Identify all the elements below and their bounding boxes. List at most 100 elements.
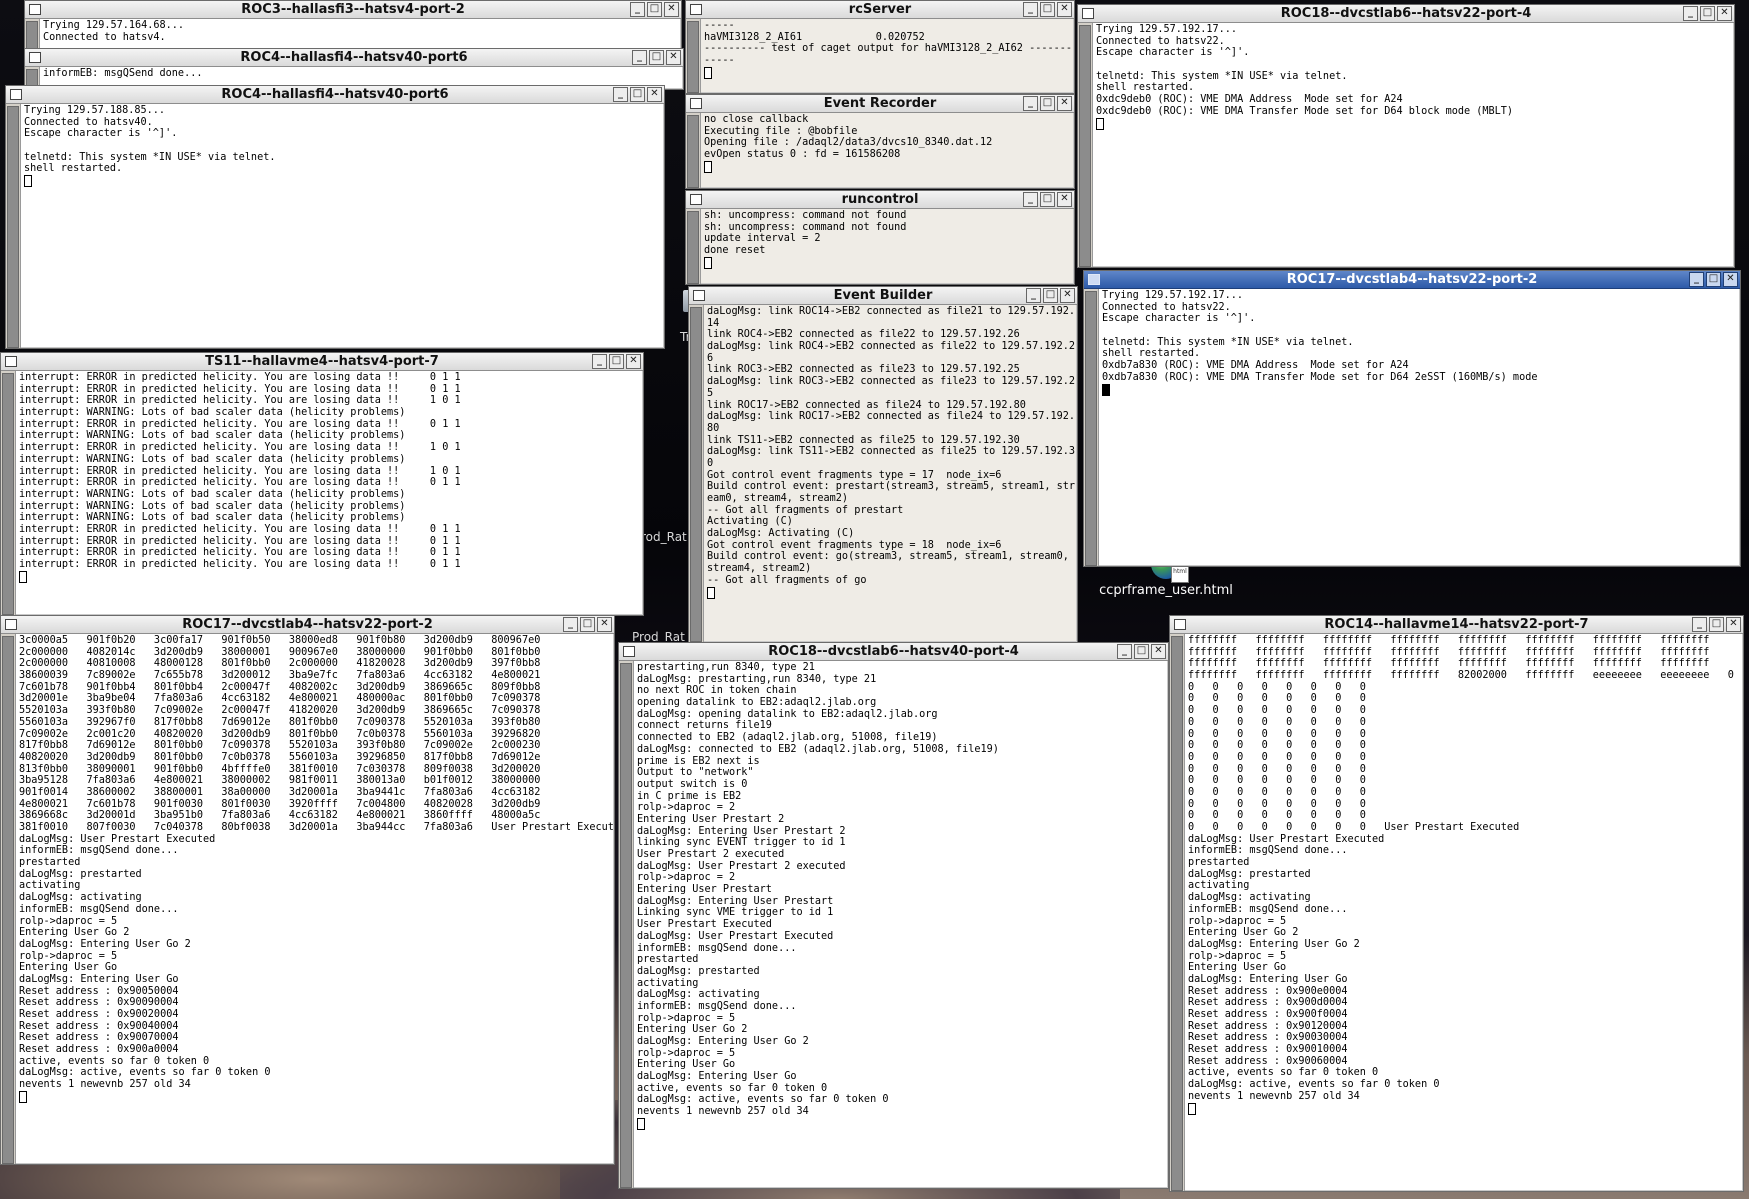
maximize-icon[interactable]: □ (1043, 288, 1058, 303)
window-menu-icon[interactable] (29, 52, 41, 63)
window-titlebar[interactable]: ROC17--dvcstlab4--hatsv22-port-2 _ □ ✕ (1084, 271, 1740, 289)
terminal-output[interactable]: ----- haVMI3128_2_AI61 0.020752 ----------… (701, 19, 1074, 93)
terminal-window-roc4-port6-back[interactable]: ROC4--hallasfi4--hatsv40-port6 _ □ ✕ informE… (24, 48, 684, 90)
window-menu-icon[interactable] (690, 4, 702, 15)
close-icon[interactable]: ✕ (1057, 2, 1072, 17)
scrollbar-thumb[interactable] (687, 115, 699, 188)
minimize-icon[interactable]: _ (1689, 272, 1704, 287)
window-menu-icon[interactable] (1082, 8, 1094, 19)
maximize-icon[interactable]: □ (1040, 192, 1055, 207)
scrollbar-thumb[interactable] (687, 211, 699, 284)
close-icon[interactable]: ✕ (666, 50, 681, 65)
window-titlebar[interactable]: rcServer _ □ ✕ (686, 1, 1074, 19)
terminal-output[interactable]: ffffffff ffffffff ffffffff ffffffff ffff… (1185, 634, 1743, 1191)
terminal-window-ts11-port7[interactable]: TS11--hallavme4--hatsv4-port-7 _ □ ✕ interru… (0, 352, 644, 616)
window-menu-icon[interactable] (690, 194, 702, 205)
terminal-window-event-recorder[interactable]: Event Recorder _ □ ✕ no close callback Execut… (685, 94, 1075, 189)
terminal-window-rcserver[interactable]: rcServer _ □ ✕ ----- haVMI3128_2_AI61 0.02075… (685, 0, 1075, 94)
maximize-icon[interactable]: □ (649, 50, 664, 65)
scrollbar-thumb[interactable] (687, 21, 699, 93)
terminal-window-roc4-port6[interactable]: ROC4--hallasfi4--hatsv40-port6 _ □ ✕ Trying … (5, 85, 665, 349)
minimize-icon[interactable]: _ (1683, 6, 1698, 21)
terminal-output[interactable]: no close callback Executing file : @bobfi… (701, 113, 1074, 188)
terminal-window-roc3-port2[interactable]: ROC3--hallasfi3--hatsv4-port-2 _ □ ✕ Trying … (24, 0, 682, 52)
window-menu-icon[interactable] (10, 89, 22, 100)
scrollbar[interactable] (25, 19, 40, 51)
terminal-window-roc17-hatsv22-port2-top[interactable]: ROC17--dvcstlab4--hatsv22-port-2 _ □ ✕ Tryin… (1083, 270, 1741, 567)
minimize-icon[interactable]: _ (1023, 2, 1038, 17)
close-icon[interactable]: ✕ (1151, 644, 1166, 659)
window-menu-icon[interactable] (1174, 619, 1186, 630)
terminal-window-runcontrol[interactable]: runcontrol _ □ ✕ sh: uncompress: command not… (685, 190, 1075, 285)
terminal-output[interactable]: 3c0000a5 901f0b20 3c00fa17 901f0b50 3800… (16, 634, 614, 1164)
window-titlebar[interactable]: TS11--hallavme4--hatsv4-port-7 _ □ ✕ (1, 353, 643, 371)
scrollbar-thumb[interactable] (2, 373, 14, 615)
close-icon[interactable]: ✕ (1057, 96, 1072, 111)
close-icon[interactable]: ✕ (1057, 192, 1072, 207)
terminal-window-roc18-hatsv40-port4[interactable]: ROC18--dvcstlab6--hatsv40-port-4 _ □ ✕ prest… (618, 642, 1169, 1189)
minimize-icon[interactable]: _ (1117, 644, 1132, 659)
window-titlebar[interactable]: Event Builder _ □ ✕ (689, 287, 1077, 305)
minimize-icon[interactable]: _ (1023, 96, 1038, 111)
close-icon[interactable]: ✕ (1717, 6, 1732, 21)
minimize-icon[interactable]: _ (1023, 192, 1038, 207)
terminal-output[interactable]: daLogMsg: link ROC14->EB2 connected as f… (704, 305, 1077, 642)
scrollbar[interactable] (619, 661, 634, 1188)
scrollbar[interactable] (6, 104, 21, 348)
scrollbar[interactable] (1, 371, 16, 615)
terminal-window-roc14-port7[interactable]: ROC14--hallavme14--hatsv22-port-7 _ □ ✕ ffff… (1169, 615, 1744, 1192)
scrollbar[interactable] (686, 209, 701, 284)
window-menu-icon[interactable] (690, 98, 702, 109)
scrollbar-thumb[interactable] (2, 636, 14, 1164)
minimize-icon[interactable]: _ (632, 50, 647, 65)
maximize-icon[interactable]: □ (630, 87, 645, 102)
scrollbar[interactable] (686, 113, 701, 188)
terminal-window-event-builder[interactable]: Event Builder _ □ ✕ daLogMsg: link ROC14->EB… (688, 286, 1078, 643)
scrollbar[interactable] (1170, 634, 1185, 1191)
window-titlebar[interactable]: ROC17--dvcstlab4--hatsv22-port-2 _ □ ✕ (1, 616, 614, 634)
maximize-icon[interactable]: □ (1040, 2, 1055, 17)
window-titlebar[interactable]: ROC18--dvcstlab6--hatsv40-port-4 _ □ ✕ (619, 643, 1168, 661)
terminal-output[interactable]: Trying 129.57.164.68... Connected to hats… (40, 19, 681, 51)
minimize-icon[interactable]: _ (1026, 288, 1041, 303)
scrollbar-thumb[interactable] (7, 106, 19, 348)
terminal-output[interactable]: Trying 129.57.188.85... Connected to hats… (21, 104, 664, 348)
window-menu-icon[interactable] (1088, 274, 1100, 285)
window-menu-icon[interactable] (5, 356, 17, 367)
close-icon[interactable]: ✕ (647, 87, 662, 102)
minimize-icon[interactable]: _ (1692, 617, 1707, 632)
minimize-icon[interactable]: _ (563, 617, 578, 632)
close-icon[interactable]: ✕ (597, 617, 612, 632)
window-menu-icon[interactable] (623, 646, 635, 657)
window-titlebar[interactable]: ROC14--hallavme14--hatsv22-port-7 _ □ ✕ (1170, 616, 1743, 634)
scrollbar-thumb[interactable] (1079, 25, 1091, 267)
scrollbar-thumb[interactable] (26, 21, 38, 51)
maximize-icon[interactable]: □ (609, 354, 624, 369)
terminal-window-roc17-hatsv22-port2-bottom[interactable]: ROC17--dvcstlab4--hatsv22-port-2 _ □ ✕ 3c000… (0, 615, 615, 1165)
window-menu-icon[interactable] (5, 619, 17, 630)
window-titlebar[interactable]: runcontrol _ □ ✕ (686, 191, 1074, 209)
terminal-window-roc18-port4[interactable]: ROC18--dvcstlab6--hatsv22-port-4 _ □ ✕ Tryin… (1077, 4, 1735, 268)
maximize-icon[interactable]: □ (1706, 272, 1721, 287)
close-icon[interactable]: ✕ (1060, 288, 1075, 303)
scrollbar[interactable] (1078, 23, 1093, 267)
terminal-output[interactable]: Trying 129.57.192.17... Connected to hats… (1093, 23, 1734, 267)
close-icon[interactable]: ✕ (1726, 617, 1741, 632)
terminal-output[interactable]: prestarting,run 8340, type 21 daLogMsg: p… (634, 661, 1168, 1188)
close-icon[interactable]: ✕ (1723, 272, 1738, 287)
close-icon[interactable]: ✕ (664, 2, 679, 17)
minimize-icon[interactable]: _ (630, 2, 645, 17)
window-titlebar[interactable]: ROC18--dvcstlab6--hatsv22-port-4 _ □ ✕ (1078, 5, 1734, 23)
scrollbar-thumb[interactable] (1085, 291, 1097, 566)
maximize-icon[interactable]: □ (1709, 617, 1724, 632)
scrollbar[interactable] (689, 305, 704, 642)
scrollbar[interactable] (1084, 289, 1099, 566)
scrollbar[interactable] (1, 634, 16, 1164)
terminal-output[interactable]: interrupt: ERROR in predicted helicity. … (16, 371, 643, 615)
window-titlebar[interactable]: Event Recorder _ □ ✕ (686, 95, 1074, 113)
minimize-icon[interactable]: _ (613, 87, 628, 102)
terminal-output[interactable]: sh: uncompress: command not found sh: unc… (701, 209, 1074, 284)
maximize-icon[interactable]: □ (1040, 96, 1055, 111)
maximize-icon[interactable]: □ (1700, 6, 1715, 21)
maximize-icon[interactable]: □ (1134, 644, 1149, 659)
